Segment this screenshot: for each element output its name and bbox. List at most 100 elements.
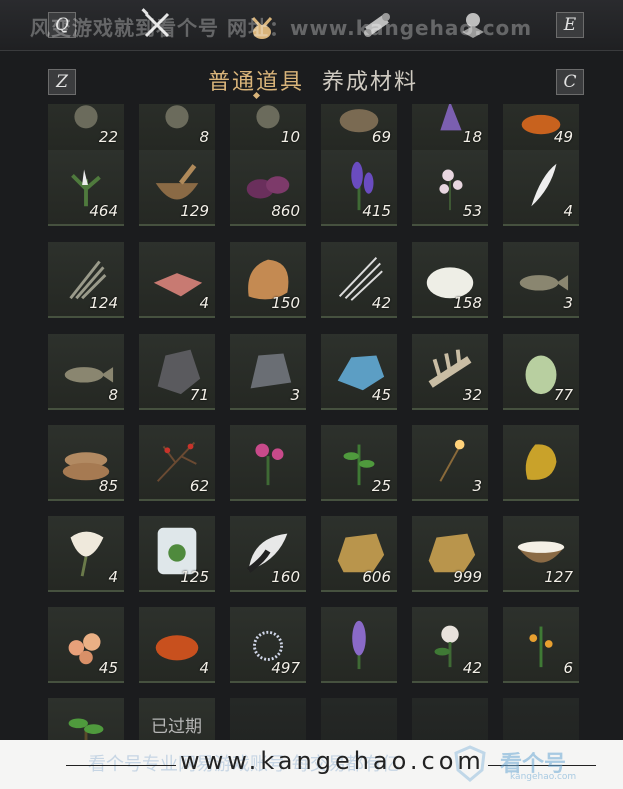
item-count: 69 — [371, 128, 391, 146]
item-count: 127 — [544, 568, 573, 586]
empty-slot[interactable] — [503, 698, 579, 744]
category-bar: Q E 风变游戏就到看个号 网址：www.kangehao.com — [0, 0, 623, 51]
fish-icon — [64, 367, 114, 383]
item-count: 497 — [271, 659, 300, 677]
inventory-slot[interactable]: 606 — [321, 516, 397, 592]
item-count: 124 — [89, 294, 118, 312]
feather-icon — [531, 163, 557, 207]
next-category-key[interactable]: E — [556, 12, 584, 38]
inventory-slot[interactable]: 3 — [230, 334, 306, 410]
inventory-slot[interactable]: 158 — [412, 242, 488, 318]
item-count: 25 — [371, 477, 391, 495]
inventory-slot[interactable]: 6 — [503, 607, 579, 683]
inventory-slot[interactable]: 53 — [412, 150, 488, 226]
item-count: 3 — [290, 386, 300, 404]
item-count: 77 — [553, 386, 573, 404]
item-count: 3 — [563, 294, 573, 312]
inventory-slot[interactable]: 22 — [48, 104, 124, 152]
inventory-slot[interactable]: 49 — [503, 104, 579, 152]
inventory-slot[interactable]: 4 — [139, 242, 215, 318]
footer-url: www.kangehao.com — [180, 747, 485, 775]
item-count: 45 — [98, 659, 118, 677]
item-count: 158 — [453, 294, 482, 312]
item-count: 415 — [362, 202, 391, 220]
footer-line-left — [66, 765, 176, 766]
inventory-slot[interactable]: 125 — [139, 516, 215, 592]
inventory-slot[interactable] — [48, 698, 124, 744]
item-count: 42 — [462, 659, 482, 677]
footer-brand-sub: kangehao.com — [510, 772, 577, 782]
inventory-slot[interactable]: 10 — [230, 104, 306, 152]
inventory-slot[interactable]: 415 — [321, 150, 397, 226]
inventory-slot[interactable] — [321, 607, 397, 683]
item-count: 4 — [199, 294, 209, 312]
item-count: 49 — [553, 128, 573, 146]
item-count: 22 — [98, 128, 118, 146]
inventory-slot[interactable]: 62 — [139, 425, 215, 501]
item-icon — [165, 105, 189, 129]
inventory-slot[interactable]: 999 — [412, 516, 488, 592]
gold-nugget-icon — [525, 444, 557, 480]
empty-slot[interactable] — [321, 698, 397, 744]
empty-slot[interactable] — [412, 698, 488, 744]
inventory-slot[interactable]: 3 — [503, 242, 579, 318]
item-count: 464 — [89, 202, 118, 220]
inventory-slot[interactable]: 8 — [48, 334, 124, 410]
item-count: 6 — [563, 659, 573, 677]
inventory-slot[interactable] — [503, 425, 579, 501]
inventory-slot[interactable] — [230, 425, 306, 501]
item-count: 860 — [271, 202, 300, 220]
item-count: 4 — [199, 659, 209, 677]
inventory-slot[interactable]: 45 — [321, 334, 397, 410]
inventory-slot[interactable]: 8 — [139, 104, 215, 152]
amber-stone-icon — [155, 635, 199, 661]
orange-berry-plant-icon — [529, 626, 553, 668]
item-count: 125 — [180, 568, 209, 586]
item-count: 53 — [462, 202, 482, 220]
item-count: 42 — [371, 294, 391, 312]
prev-tab-key[interactable]: Z — [48, 69, 76, 95]
inventory-slot[interactable]: 71 — [139, 334, 215, 410]
item-count: 160 — [271, 568, 300, 586]
inventory-slot[interactable]: 42 — [321, 242, 397, 318]
tab-cultivation-materials[interactable]: 养成材料 — [322, 64, 418, 96]
sparkler-icon — [439, 439, 465, 482]
inventory-slot[interactable]: 85 — [48, 425, 124, 501]
inventory-slot[interactable]: 42 — [412, 607, 488, 683]
inventory-slot[interactable]: 18 — [412, 104, 488, 152]
inventory-slot[interactable]: 124 — [48, 242, 124, 318]
inventory-slot[interactable]: 3 — [412, 425, 488, 501]
shield-logo-icon — [454, 745, 486, 782]
inventory-slot[interactable]: 860 — [230, 150, 306, 226]
purple-spike-flower-icon — [352, 620, 366, 670]
inventory-slot[interactable]: 4 — [503, 150, 579, 226]
item-count: 8 — [199, 128, 209, 146]
inventory-slot[interactable]: 77 — [503, 334, 579, 410]
sapling-icon — [68, 718, 104, 744]
fish-icon — [519, 275, 569, 291]
inventory-slot[interactable]: 32 — [412, 334, 488, 410]
inventory-slot[interactable]: 160 — [230, 516, 306, 592]
inventory-slot[interactable]: 129 — [139, 150, 215, 226]
inventory-slot[interactable]: 150 — [230, 242, 306, 318]
next-tab-key[interactable]: C — [556, 69, 584, 95]
inventory-slot[interactable]: 497 — [230, 607, 306, 683]
inventory-slot[interactable]: 464 — [48, 150, 124, 226]
inventory-slot[interactable]: 45 — [48, 607, 124, 683]
item-count: 4 — [108, 568, 118, 586]
item-count: 129 — [180, 202, 209, 220]
inventory-slot[interactable]: 127 — [503, 516, 579, 592]
iron-ore-icon — [250, 353, 292, 389]
inventory-slot[interactable]: 已过期 — [139, 698, 215, 744]
inventory-slot[interactable]: 4 — [48, 516, 124, 592]
empty-slot[interactable] — [230, 698, 306, 744]
inventory-grid[interactable]: 22 8 10 69 18 49 464 129 860 415 53 4 124 4 150 42 158 3 8… — [0, 104, 623, 744]
expired-label: 已过期 — [151, 717, 202, 737]
item-count: 32 — [462, 386, 482, 404]
item-count: 606 — [362, 568, 391, 586]
inventory-slot[interactable]: 25 — [321, 425, 397, 501]
inventory-slot[interactable]: 4 — [139, 607, 215, 683]
item-count: 999 — [453, 568, 482, 586]
inventory-slot[interactable]: 69 — [321, 104, 397, 152]
footer-watermark: 看个号专业网易游戏账号 每交易都有亿 www.kangehao.com 看个号 … — [0, 740, 623, 789]
